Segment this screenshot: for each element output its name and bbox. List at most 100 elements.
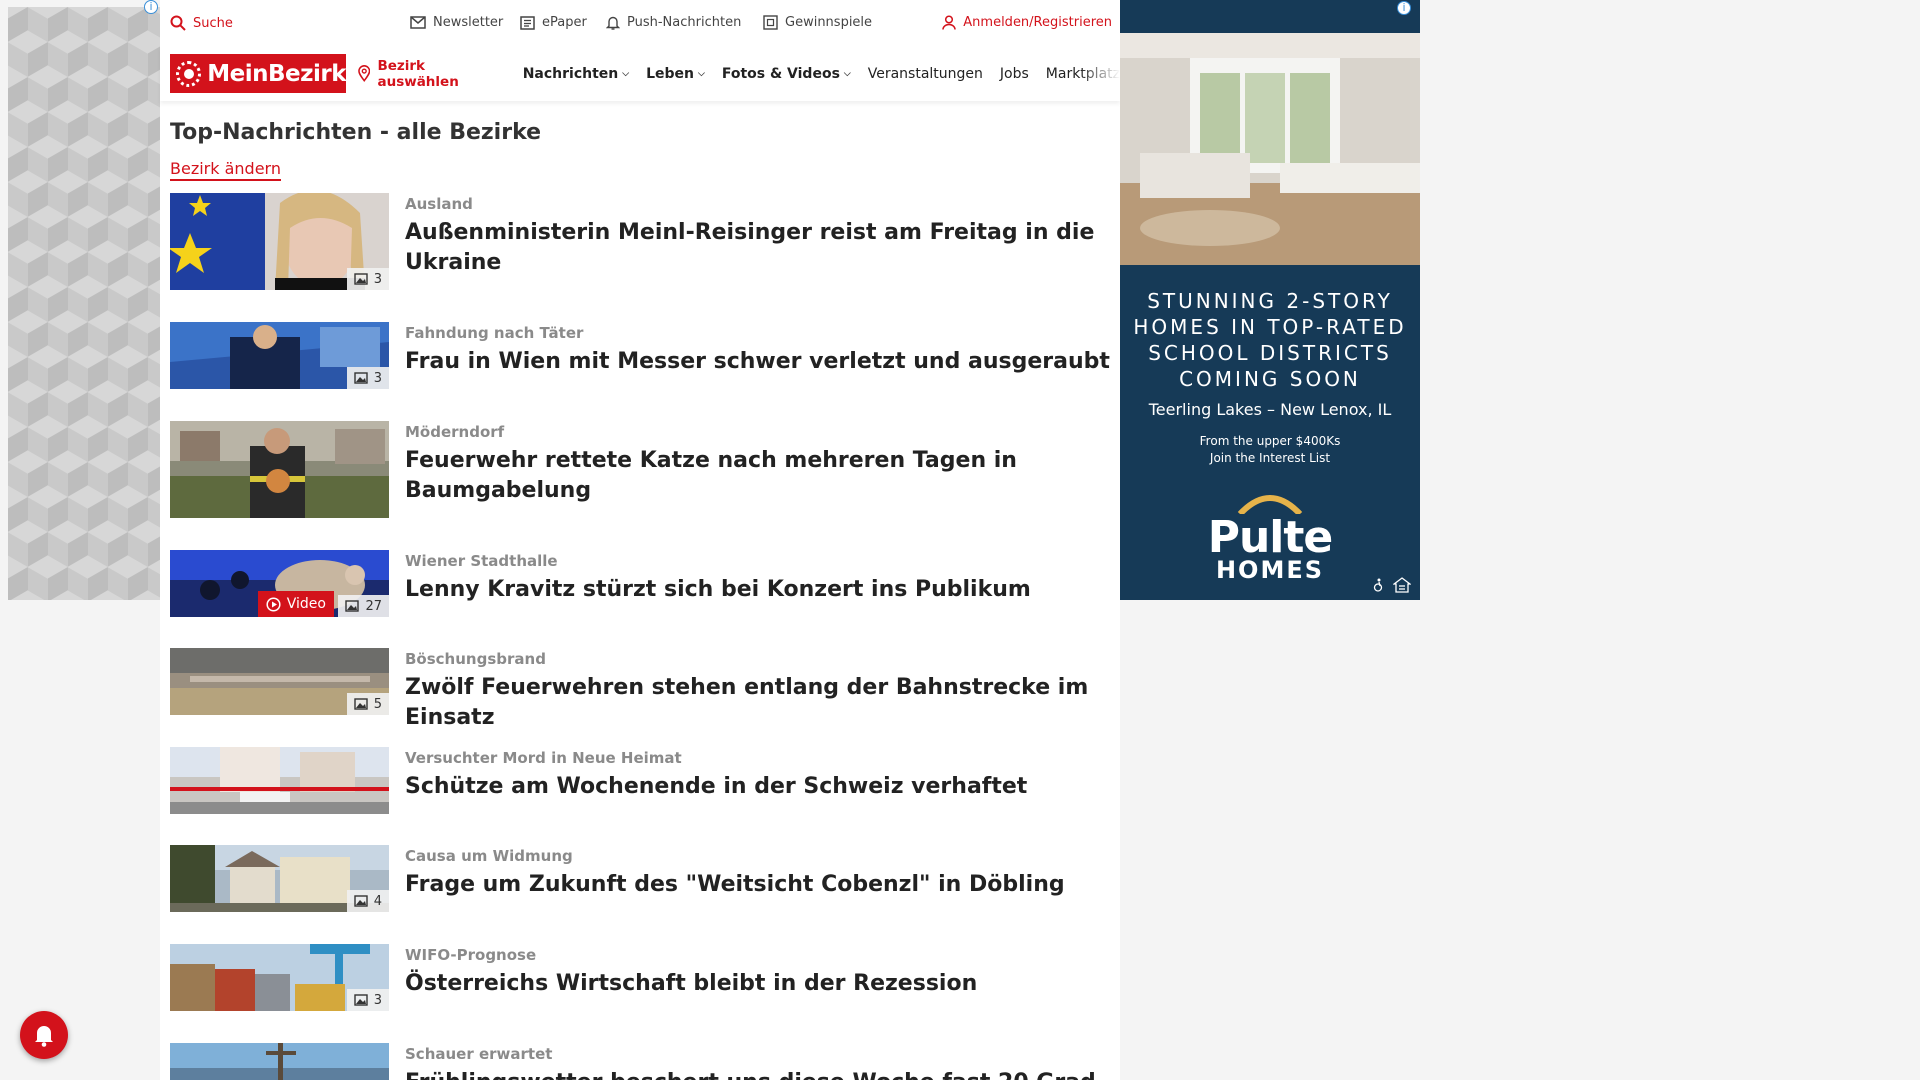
photo-count-badge: 5 (346, 693, 389, 715)
article-headline[interactable]: Frau in Wien mit Messer schwer verletzt … (405, 347, 1110, 377)
article-headline[interactable]: Zwölf Feuerwehren stehen entlang der Bah… (405, 673, 1115, 733)
prize-icon (763, 15, 778, 30)
nav-jobs-label: Jobs (999, 65, 1029, 82)
nav-nachrichten-label: Nachrichten (522, 65, 619, 82)
epaper-label: ePaper (542, 15, 587, 30)
logo-mark-icon (176, 60, 202, 87)
bell-icon (606, 16, 620, 30)
nav-veranstaltungen[interactable]: Veranstaltungen (868, 66, 983, 82)
article-thumbnail[interactable]: 4 (170, 845, 389, 912)
thumbnail-image (170, 747, 389, 814)
push-link[interactable]: Push-Nachrichten (606, 15, 741, 30)
mail-icon (410, 16, 426, 29)
pulte-brand: Pulte (1207, 512, 1334, 563)
page-title: Top-Nachrichten - alle Bezirke (170, 120, 542, 145)
notification-bell-button[interactable] (20, 1011, 68, 1059)
article-item[interactable]: Schauer erwartet Frühlingswetter bescher… (170, 1043, 1096, 1080)
main-column: Suche Newsletter ePaper Push-Nachrichten… (160, 0, 1120, 1080)
photo-count-badge: 27 (338, 595, 389, 617)
ad-details: From the upper $400Ks Join the Interest … (1120, 433, 1420, 467)
pulte-logo: Pulte HOMES (1120, 490, 1420, 582)
article-thumbnail[interactable]: 5 (170, 648, 389, 715)
article-headline[interactable]: Feuerwehr rettete Katze nach mehreren Ta… (405, 446, 1115, 506)
photo-count-badge: 3 (346, 989, 389, 1011)
article-item[interactable]: Möderndorf Feuerwehr rettete Katze nach … (170, 421, 1115, 518)
nav-nachrichten[interactable]: Nachrichten ⌵ (523, 66, 629, 82)
article-kicker: Causa um Widmung (405, 847, 573, 865)
ad-cta: Join the Interest List (1209, 451, 1331, 465)
newspaper-icon (520, 15, 535, 30)
bezirk-label: Bezirk auswählen (377, 57, 459, 90)
article-thumbnail[interactable]: Video 27 (170, 550, 389, 617)
gallery-icon (354, 273, 368, 285)
photo-count-badge: 3 (346, 268, 389, 290)
ad-headline-line: HOMES IN TOP-RATED (1133, 315, 1407, 339)
left-skyscraper-ad[interactable] (8, 7, 160, 600)
article-item[interactable]: 3 WIFO-Prognose Österreichs Wirtschaft b… (170, 944, 977, 1011)
ad-choices-icon[interactable]: i (1397, 1, 1411, 15)
article-kicker: Möderndorf (405, 423, 505, 441)
newsletter-link[interactable]: Newsletter (410, 15, 503, 30)
nav-leben[interactable]: Leben ⌵ (646, 66, 705, 82)
article-thumbnail[interactable]: 3 (170, 944, 389, 1011)
article-kicker: WIFO-Prognose (405, 946, 537, 964)
article-thumbnail[interactable]: 3 (170, 193, 389, 290)
right-display-ad[interactable]: i STUNNING 2-STORY HOMES IN TOP-RATED SC… (1120, 0, 1420, 600)
article-headline[interactable]: Schütze am Wochenende in der Schweiz ver… (405, 772, 1027, 802)
nav-fotos-videos[interactable]: Fotos & Videos ⌵ (722, 66, 851, 82)
thumbnail-image (170, 421, 389, 518)
article-item[interactable]: 4 Causa um Widmung Frage um Zukunft des … (170, 845, 1065, 912)
article-kicker: Böschungsbrand (405, 650, 546, 668)
photo-count: 27 (365, 598, 382, 614)
article-headline[interactable]: Lenny Kravitz stürzt sich bei Konzert in… (405, 575, 1031, 605)
article-item[interactable]: Video 27 Wiener Stadthalle Lenny Kravitz… (170, 550, 1031, 617)
login-link[interactable]: Anmelden/Registrieren (942, 15, 1112, 30)
select-bezirk-button[interactable]: Bezirk auswählen (358, 58, 506, 90)
search-label: Suche (193, 15, 233, 31)
article-item[interactable]: Versuchter Mord in Neue Heimat Schütze a… (170, 747, 1027, 814)
article-thumbnail[interactable] (170, 747, 389, 814)
photo-count: 3 (373, 271, 382, 287)
nav-veranstaltungen-label: Veranstaltungen (867, 65, 983, 82)
article-item[interactable]: 3 Ausland Außenministerin Meinl-Reisinge… (170, 193, 1115, 290)
gewinnspiele-link[interactable]: Gewinnspiele (763, 15, 872, 30)
nav-leben-label: Leben (646, 65, 694, 82)
photo-count: 3 (373, 992, 382, 1008)
search-link[interactable]: Suche (170, 15, 233, 31)
article-kicker: Ausland (405, 195, 473, 213)
accessibility-icon (1373, 578, 1383, 592)
meinbezirk-logo[interactable]: MeinBezirk (170, 54, 346, 93)
ad-headline-line: STUNNING 2-STORY (1147, 289, 1393, 313)
push-label: Push-Nachrichten (627, 15, 742, 30)
gallery-icon (354, 994, 368, 1006)
article-item[interactable]: 3 Fahndung nach Täter Frau in Wien mit M… (170, 322, 1110, 389)
article-headline[interactable]: Außenministerin Meinl-Reisinger reist am… (405, 218, 1115, 278)
user-icon (942, 15, 957, 30)
article-headline[interactable]: Österreichs Wirtschaft bleibt in der Rez… (405, 969, 977, 999)
location-pin-icon (358, 65, 371, 82)
gallery-icon (354, 895, 368, 907)
article-thumbnail[interactable]: 3 (170, 322, 389, 389)
ad-headline-line: COMING SOON (1179, 367, 1361, 391)
article-thumbnail[interactable] (170, 1043, 389, 1080)
ad-price: From the upper $400Ks (1199, 434, 1341, 448)
play-icon (266, 596, 281, 612)
gewinnspiele-label: Gewinnspiele (785, 15, 873, 30)
ad-info-icon[interactable]: i (144, 0, 158, 14)
change-bezirk-link[interactable]: Bezirk ändern (170, 159, 281, 181)
nav-jobs[interactable]: Jobs (1000, 66, 1029, 82)
article-kicker: Fahndung nach Täter (405, 324, 584, 342)
video-badge[interactable]: Video (257, 591, 334, 617)
article-thumbnail[interactable] (170, 421, 389, 518)
epaper-link[interactable]: ePaper (520, 15, 587, 30)
ad-headline: STUNNING 2-STORY HOMES IN TOP-RATED SCHO… (1120, 288, 1420, 392)
video-label: Video (286, 596, 326, 612)
article-kicker: Schauer erwartet (405, 1045, 553, 1063)
logo-text: MeinBezirk (207, 60, 346, 87)
login-label: Anmelden/Registrieren (963, 15, 1112, 30)
article-item[interactable]: 5 Böschungsbrand Zwölf Feuerwehren stehe… (170, 648, 1115, 733)
article-headline[interactable]: Frühlingswetter beschert uns diese Woche… (405, 1068, 1096, 1080)
article-headline[interactable]: Frage um Zukunft des "Weitsicht Cobenzl"… (405, 870, 1065, 900)
gallery-icon (345, 600, 360, 612)
search-icon (170, 15, 186, 31)
